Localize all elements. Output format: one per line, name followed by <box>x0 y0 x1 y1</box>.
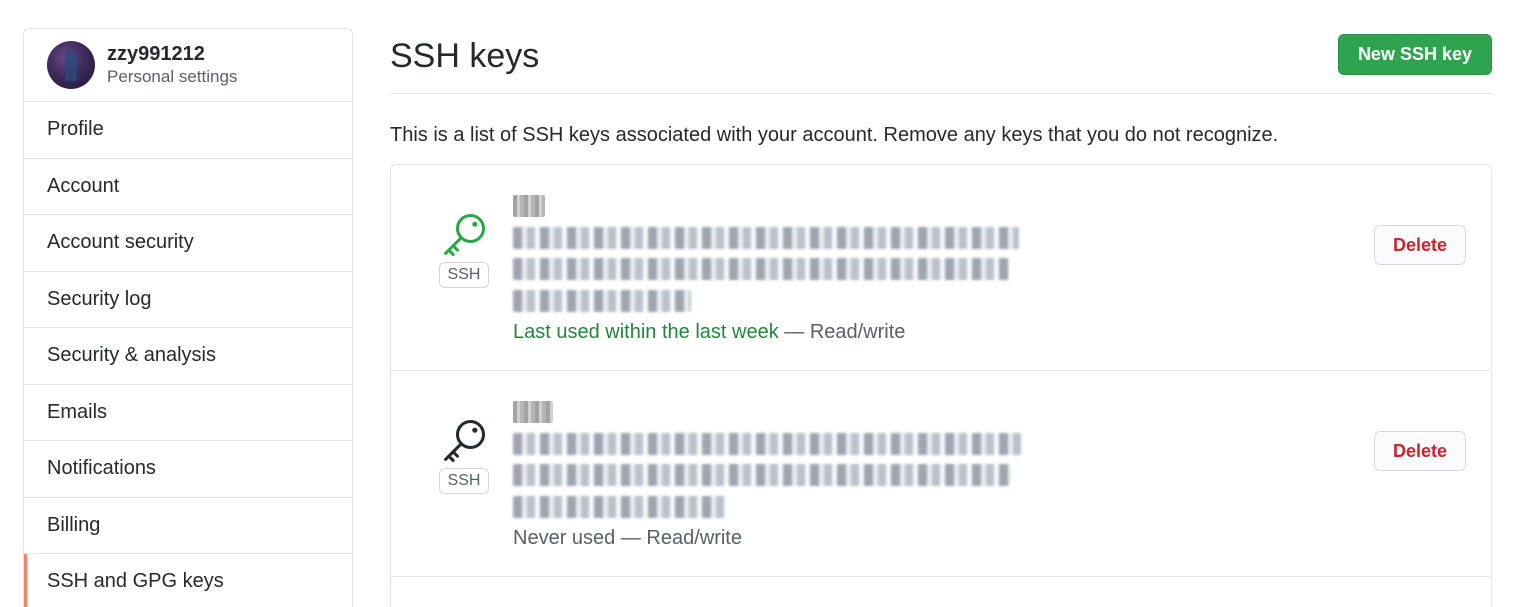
key-icon <box>444 419 486 463</box>
key-info: Last used within the last week — Read/wr… <box>513 195 1019 344</box>
key-icon <box>444 213 486 257</box>
key-fingerprint-redacted <box>513 432 1021 455</box>
key-fingerprint-redacted <box>513 258 1009 280</box>
page-description: This is a list of SSH keys associated wi… <box>390 124 1279 146</box>
key-title-redacted <box>513 401 553 423</box>
main-content: SSH keys New SSH key This is a list of S… <box>390 28 1492 607</box>
key-fingerprint-redacted <box>513 495 725 518</box>
ssh-badge: SSH <box>438 262 490 288</box>
sidebar-item-account-security[interactable]: Account security <box>24 215 352 272</box>
sidebar-item-profile[interactable]: Profile <box>24 102 352 159</box>
personal-settings-label: Personal settings <box>107 66 238 86</box>
profile-header[interactable]: zzy991212 Personal settings <box>24 29 352 102</box>
sidebar-item-emails[interactable]: Emails <box>24 385 352 441</box>
key-usage: Last used within the last week — Read/wr… <box>513 321 1019 344</box>
key-usage: Never used — Read/write <box>513 527 1021 550</box>
key-icon-column: SSH <box>438 415 490 494</box>
sidebar-item-ssh-gpg-keys[interactable]: SSH and GPG keys <box>24 554 352 607</box>
key-info: Never used — Read/write <box>513 401 1021 550</box>
sidebar-item-security-log[interactable]: Security log <box>24 272 352 328</box>
settings-sidebar: zzy991212 Personal settings Profile Acco… <box>23 28 353 607</box>
ssh-badge: SSH <box>438 468 490 494</box>
page-title: SSH keys <box>390 37 540 75</box>
ssh-key-list: SSH Last used within the last week — Rea… <box>390 164 1492 607</box>
page-header: SSH keys New SSH key <box>390 28 1492 94</box>
key-fingerprint-redacted <box>513 226 1019 249</box>
key-access: — Read/write <box>778 321 906 343</box>
profile-text: zzy991212 Personal settings <box>107 43 237 88</box>
delete-key-button[interactable]: Delete <box>1373 225 1466 265</box>
key-access: — Read/write <box>615 527 742 549</box>
key-title-redacted <box>513 195 545 217</box>
new-ssh-key-button[interactable]: New SSH key <box>1337 34 1492 75</box>
sidebar-item-billing[interactable]: Billing <box>24 498 352 554</box>
key-last-used: Never used <box>513 527 616 549</box>
sidebar-item-account[interactable]: Account <box>24 159 352 215</box>
key-fingerprint-redacted <box>513 289 691 312</box>
sidebar-item-security-analysis[interactable]: Security & analysis <box>24 328 352 385</box>
key-fingerprint-redacted <box>513 464 1011 486</box>
sidebar-item-notifications[interactable]: Notifications <box>24 441 352 498</box>
key-icon-column: SSH <box>438 209 490 288</box>
key-last-used: Last used within the last week <box>513 321 779 343</box>
username[interactable]: zzy991212 <box>107 43 237 65</box>
delete-key-button[interactable]: Delete <box>1373 431 1466 471</box>
avatar[interactable] <box>47 41 95 89</box>
ssh-key-row: SSH Last used within the last week — Rea… <box>391 165 1491 371</box>
ssh-key-row: SSH Never used — Read/write Delete <box>391 371 1491 577</box>
